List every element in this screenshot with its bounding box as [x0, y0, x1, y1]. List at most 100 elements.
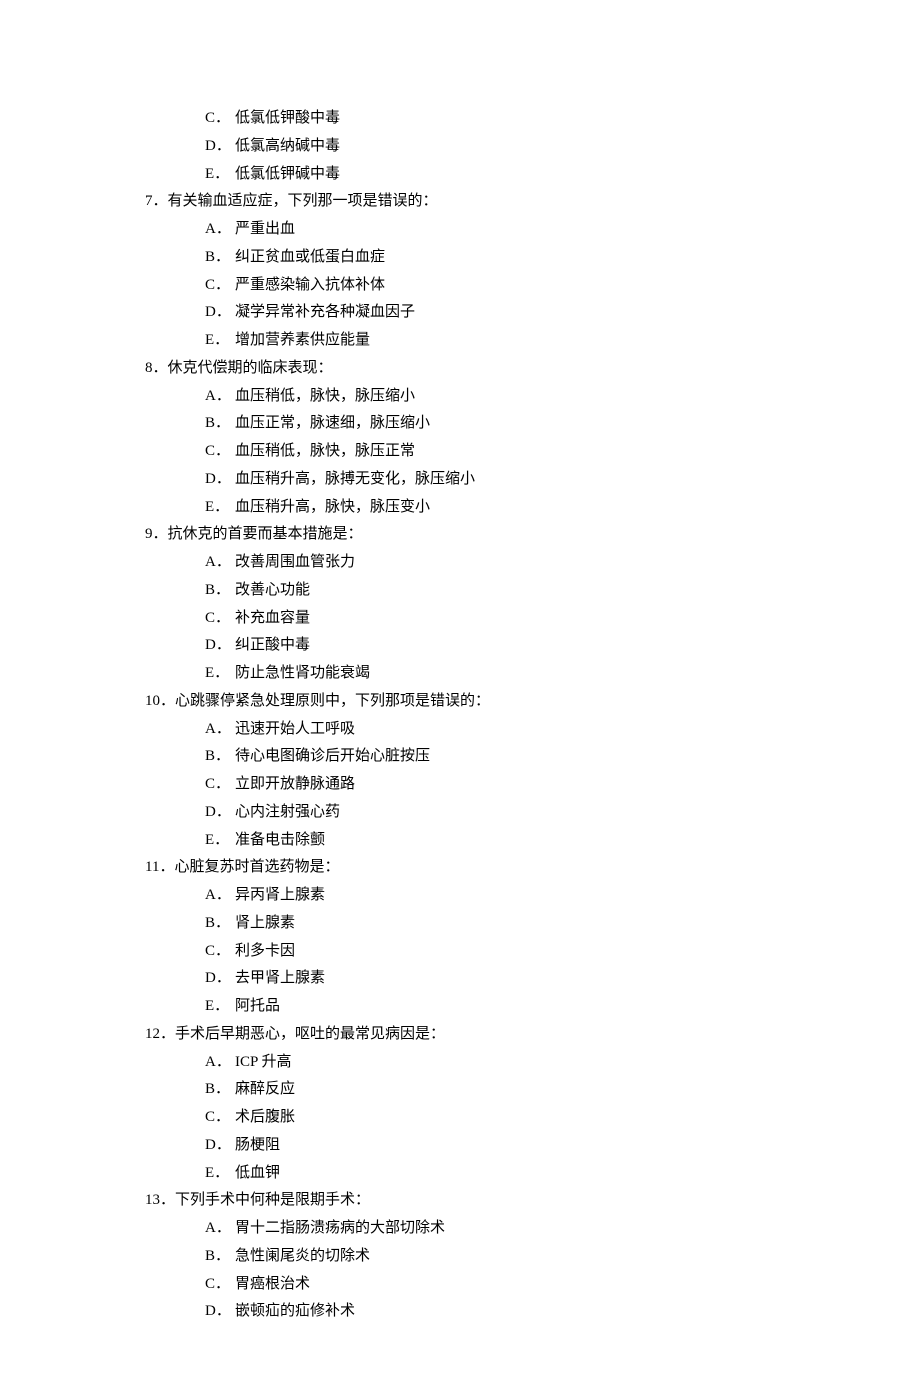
- option-letter: C．: [205, 1271, 235, 1299]
- option-item: D．低氯高纳碱中毒: [205, 133, 775, 161]
- option-item: B．麻醉反应: [205, 1076, 775, 1104]
- options-block: A．血压稍低，脉快，脉压缩小 B．血压正常，脉速细，脉压缩小 C．血压稍低，脉快…: [205, 383, 775, 522]
- option-text: 严重感染输入抗体补体: [235, 277, 385, 293]
- question-text: 休克代偿期的临床表现：: [168, 360, 333, 376]
- option-text: 立即开放静脉通路: [235, 776, 355, 792]
- question-text: 下列手术中何种是限期手术：: [175, 1192, 370, 1208]
- question-stem: 8．休克代偿期的临床表现：: [145, 355, 775, 383]
- option-text: 血压稍低，脉快，脉压缩小: [235, 388, 415, 404]
- option-text: 待心电图确诊后开始心脏按压: [235, 748, 430, 764]
- question-13: 13．下列手术中何种是限期手术： A．胃十二指肠溃疡病的大部切除术 B．急性阑尾…: [145, 1187, 775, 1326]
- option-letter: A．: [205, 383, 235, 411]
- option-item: C．立即开放静脉通路: [205, 771, 775, 799]
- question-number: 7．: [145, 193, 168, 209]
- option-letter: C．: [205, 771, 235, 799]
- option-text: 增加营养素供应能量: [235, 332, 370, 348]
- question-10: 10．心跳骤停紧急处理原则中，下列那项是错误的： A．迅速开始人工呼吸 B．待心…: [145, 688, 775, 855]
- question-number: 10．: [145, 693, 175, 709]
- option-item: D．凝学异常补充各种凝血因子: [205, 299, 775, 327]
- question-stem: 7．有关输血适应症，下列那一项是错误的：: [145, 188, 775, 216]
- option-letter: D．: [205, 466, 235, 494]
- option-letter: E．: [205, 161, 235, 189]
- question-stem: 13．下列手术中何种是限期手术：: [145, 1187, 775, 1215]
- option-letter: A．: [205, 882, 235, 910]
- option-text: 血压稍升高，脉搏无变化，脉压缩小: [235, 471, 475, 487]
- question-7: 7．有关输血适应症，下列那一项是错误的： A．严重出血 B．纠正贫血或低蛋白血症…: [145, 188, 775, 355]
- option-letter: D．: [205, 632, 235, 660]
- option-text: 补充血容量: [235, 610, 310, 626]
- option-text: ICP 升高: [235, 1054, 292, 1070]
- option-text: 血压正常，脉速细，脉压缩小: [235, 415, 430, 431]
- option-text: 低血钾: [235, 1165, 280, 1181]
- option-text: 改善周围血管张力: [235, 554, 355, 570]
- question-9: 9．抗休克的首要而基本措施是： A．改善周围血管张力 B．改善心功能 C．补充血…: [145, 521, 775, 688]
- question-number: 13．: [145, 1192, 175, 1208]
- option-item: E．准备电击除颤: [205, 827, 775, 855]
- option-item: B．纠正贫血或低蛋白血症: [205, 244, 775, 272]
- option-letter: A．: [205, 549, 235, 577]
- option-item: E．阿托品: [205, 993, 775, 1021]
- option-letter: A．: [205, 1215, 235, 1243]
- option-item: C．术后腹胀: [205, 1104, 775, 1132]
- option-item: A．严重出血: [205, 216, 775, 244]
- option-text: 低氯低钾酸中毒: [235, 110, 340, 126]
- option-letter: C．: [205, 605, 235, 633]
- option-text: 血压稍低，脉快，脉压正常: [235, 443, 415, 459]
- option-text: 血压稍升高，脉快，脉压变小: [235, 499, 430, 515]
- question-number: 9．: [145, 526, 168, 542]
- option-text: 异丙肾上腺素: [235, 887, 325, 903]
- question-number: 12．: [145, 1026, 175, 1042]
- option-item: C．利多卡因: [205, 938, 775, 966]
- options-block: A．异丙肾上腺素 B．肾上腺素 C．利多卡因 D．去甲肾上腺素 E．阿托品: [205, 882, 775, 1021]
- option-letter: E．: [205, 1160, 235, 1188]
- option-text: 胃十二指肠溃疡病的大部切除术: [235, 1220, 445, 1236]
- orphan-options-block: C．低氯低钾酸中毒 D．低氯高纳碱中毒 E．低氯低钾碱中毒: [205, 105, 775, 188]
- option-item: A．迅速开始人工呼吸: [205, 716, 775, 744]
- options-block: A．严重出血 B．纠正贫血或低蛋白血症 C．严重感染输入抗体补体 D．凝学异常补…: [205, 216, 775, 355]
- question-text: 有关输血适应症，下列那一项是错误的：: [168, 193, 438, 209]
- option-letter: E．: [205, 494, 235, 522]
- option-letter: B．: [205, 577, 235, 605]
- option-letter: E．: [205, 327, 235, 355]
- option-item: D．心内注射强心药: [205, 799, 775, 827]
- question-text: 手术后早期恶心，呕吐的最常见病因是：: [175, 1026, 445, 1042]
- option-item: D．纠正酸中毒: [205, 632, 775, 660]
- option-letter: D．: [205, 799, 235, 827]
- option-text: 纠正贫血或低蛋白血症: [235, 249, 385, 265]
- option-letter: E．: [205, 993, 235, 1021]
- question-number: 8．: [145, 360, 168, 376]
- option-letter: B．: [205, 743, 235, 771]
- option-item: E．低血钾: [205, 1160, 775, 1188]
- option-item: E．血压稍升高，脉快，脉压变小: [205, 494, 775, 522]
- option-letter: C．: [205, 1104, 235, 1132]
- option-item: C．补充血容量: [205, 605, 775, 633]
- question-stem: 12．手术后早期恶心，呕吐的最常见病因是：: [145, 1021, 775, 1049]
- option-text: 麻醉反应: [235, 1081, 295, 1097]
- option-text: 凝学异常补充各种凝血因子: [235, 304, 415, 320]
- option-text: 嵌顿疝的疝修补术: [235, 1303, 355, 1319]
- option-item: E．增加营养素供应能量: [205, 327, 775, 355]
- question-stem: 10．心跳骤停紧急处理原则中，下列那项是错误的：: [145, 688, 775, 716]
- question-text: 心跳骤停紧急处理原则中，下列那项是错误的：: [175, 693, 490, 709]
- option-item: C．胃癌根治术: [205, 1271, 775, 1299]
- option-letter: D．: [205, 965, 235, 993]
- options-block: A．迅速开始人工呼吸 B．待心电图确诊后开始心脏按压 C．立即开放静脉通路 D．…: [205, 716, 775, 855]
- option-text: 胃癌根治术: [235, 1276, 310, 1292]
- option-text: 肠梗阻: [235, 1137, 280, 1153]
- option-text: 急性阑尾炎的切除术: [235, 1248, 370, 1264]
- option-text: 改善心功能: [235, 582, 310, 598]
- option-letter: B．: [205, 410, 235, 438]
- exam-content: C．低氯低钾酸中毒 D．低氯高纳碱中毒 E．低氯低钾碱中毒 7．有关输血适应症，…: [145, 105, 775, 1326]
- option-letter: B．: [205, 1243, 235, 1271]
- option-item: A．改善周围血管张力: [205, 549, 775, 577]
- option-item: B．血压正常，脉速细，脉压缩小: [205, 410, 775, 438]
- option-item: B．待心电图确诊后开始心脏按压: [205, 743, 775, 771]
- option-letter: A．: [205, 216, 235, 244]
- option-letter: B．: [205, 1076, 235, 1104]
- option-item: C．严重感染输入抗体补体: [205, 272, 775, 300]
- option-item: C．血压稍低，脉快，脉压正常: [205, 438, 775, 466]
- option-item: D．血压稍升高，脉搏无变化，脉压缩小: [205, 466, 775, 494]
- option-text: 迅速开始人工呼吸: [235, 721, 355, 737]
- option-letter: D．: [205, 133, 235, 161]
- option-item: D．嵌顿疝的疝修补术: [205, 1298, 775, 1326]
